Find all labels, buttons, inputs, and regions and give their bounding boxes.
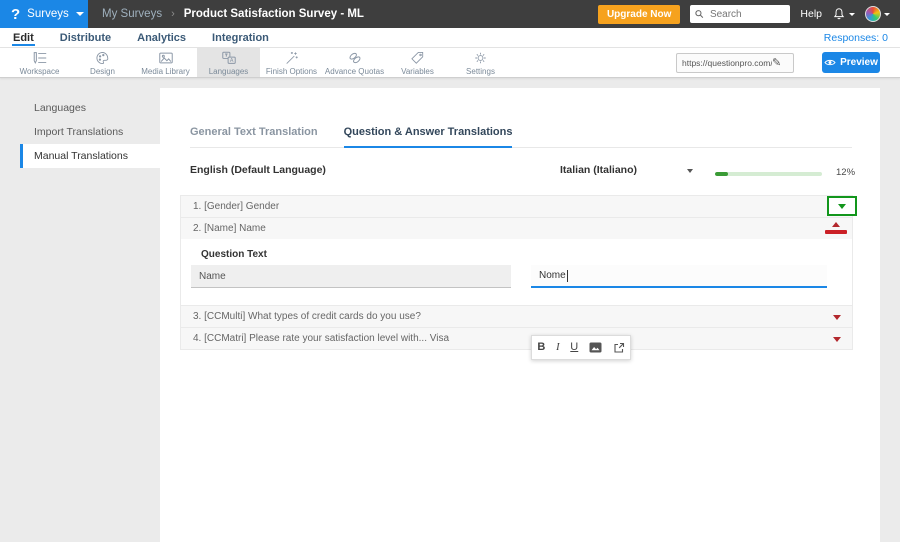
product-menu[interactable]: ? Surveys (0, 0, 88, 28)
nav-edit[interactable]: Edit (12, 29, 35, 46)
gear-icon (475, 52, 486, 63)
workspace-icon (33, 51, 46, 64)
ribbon-workspace[interactable]: Workspace (8, 48, 71, 77)
translate-icon: A (221, 51, 236, 63)
account-menu[interactable] (865, 6, 890, 22)
expand-caret-icon[interactable] (833, 315, 841, 320)
ribbon-variables[interactable]: Variables (386, 48, 449, 77)
share-url-field[interactable]: https://questionpro.com/t/AW22Zd1S1 ✎ (676, 53, 794, 73)
responses-count[interactable]: Responses: 0 (824, 32, 900, 44)
svg-text:A: A (229, 57, 233, 63)
underline-button[interactable]: U (570, 342, 578, 353)
external-link-icon (614, 342, 624, 353)
bold-button[interactable]: B (537, 342, 545, 353)
chevron-down-icon (75, 12, 84, 16)
notifications-menu[interactable] (832, 7, 855, 21)
questionpro-logo: ? (11, 5, 21, 23)
progress-fill (715, 172, 728, 176)
manual-translations-panel: General Text Translation Question & Answ… (160, 88, 880, 542)
nav-analytics[interactable]: Analytics (136, 29, 187, 46)
red-marker-bar (825, 230, 847, 234)
ribbon-languages[interactable]: A Languages (197, 48, 260, 77)
chevron-down-icon (849, 12, 855, 16)
ribbon-settings[interactable]: Settings (449, 48, 512, 77)
target-language-caret-icon[interactable] (687, 169, 693, 173)
main-nav: Edit Distribute Analytics Integration Re… (0, 28, 900, 48)
eye-icon (824, 59, 836, 66)
source-language-label: English (Default Language) (190, 164, 326, 176)
preview-label: Preview (840, 57, 878, 68)
search-input[interactable] (707, 7, 786, 21)
image-icon (158, 52, 173, 63)
question-row-name[interactable]: 2. [Name] Name (180, 217, 853, 240)
share-url-text: https://questionpro.com/t/AW22Zd1S1 (682, 58, 772, 68)
text-cursor (566, 269, 568, 282)
sidebar-item-manual-translations[interactable]: Manual Translations (20, 144, 160, 168)
source-text-field: Name (191, 265, 511, 288)
question-list: 1. [Gender] Gender 2. [Name] Name Questi… (180, 195, 857, 360)
target-language-select[interactable]: Italian (Italiano) (560, 164, 637, 176)
nav-distribute[interactable]: Distribute (59, 29, 112, 46)
avatar (865, 6, 881, 22)
question-row-ccmulti[interactable]: 3. [CCMulti] What types of credit cards … (180, 305, 853, 328)
translations-sidebar: Languages Import Translations Manual Tra… (20, 96, 160, 168)
question-expanded-editor: Question Text Name Nome B I U (180, 239, 853, 360)
survey-title: Product Satisfaction Survey - ML (183, 8, 364, 20)
progress-percent-label: 12% (836, 167, 856, 178)
collapse-caret-icon[interactable] (832, 222, 840, 227)
ribbon-media-library[interactable]: Media Library (134, 48, 197, 77)
magic-wand-icon (286, 51, 298, 64)
image-icon (589, 342, 602, 353)
question-row-label: 2. [Name] Name (193, 223, 266, 234)
sidebar-item-languages[interactable]: Languages (20, 96, 160, 120)
question-text-label: Question Text (201, 249, 267, 260)
tab-general-text-translation[interactable]: General Text Translation (190, 126, 318, 147)
expand-caret-icon[interactable] (838, 203, 846, 209)
product-menu-label: Surveys (27, 8, 69, 20)
search-icon (695, 10, 704, 18)
chevron-down-icon (884, 12, 890, 16)
question-row-label: 4. [CCMatri] Please rate your satisfacti… (193, 333, 450, 344)
insert-image-button[interactable] (589, 342, 602, 353)
sidebar-item-import-translations[interactable]: Import Translations (20, 120, 160, 144)
tag-icon (411, 51, 424, 64)
highlight-box (827, 196, 857, 216)
top-bar: ? Surveys My Surveys › Product Satisfact… (0, 0, 900, 28)
question-row-label: 1. [Gender] Gender (193, 201, 280, 212)
question-row-ccmatri[interactable]: 4. [CCMatri] Please rate your satisfacti… (180, 327, 853, 350)
palette-icon (96, 51, 109, 64)
insert-link-button[interactable] (613, 342, 625, 354)
preview-button[interactable]: Preview (822, 52, 880, 73)
expand-caret-icon[interactable] (833, 337, 841, 342)
breadcrumb-separator: › (171, 8, 175, 20)
translation-progress (715, 172, 822, 176)
edit-url-icon[interactable]: ✎ (772, 57, 781, 69)
help-link[interactable]: Help (800, 8, 822, 20)
question-row-label: 3. [CCMulti] What types of credit cards … (193, 311, 421, 322)
italic-button[interactable]: I (556, 342, 560, 353)
ribbon-advance-quotas[interactable]: Advance Quotas (323, 48, 386, 77)
formatting-toolbar: B I U (531, 335, 631, 360)
breadcrumb-my-surveys[interactable]: My Surveys (102, 8, 162, 20)
translation-tabs: General Text Translation Question & Answ… (190, 126, 852, 148)
global-search[interactable] (690, 5, 791, 23)
nav-integration[interactable]: Integration (211, 29, 270, 46)
translation-text-input[interactable]: Nome (531, 265, 827, 288)
ribbon-design[interactable]: Design (71, 48, 134, 77)
chain-links-icon (349, 52, 360, 63)
ribbon-finish-options[interactable]: Finish Options (260, 48, 323, 77)
upgrade-now-button[interactable]: Upgrade Now (597, 4, 681, 24)
tab-question-answer-translations[interactable]: Question & Answer Translations (343, 126, 513, 148)
question-row-gender[interactable]: 1. [Gender] Gender (180, 195, 857, 218)
bell-icon (833, 8, 845, 20)
